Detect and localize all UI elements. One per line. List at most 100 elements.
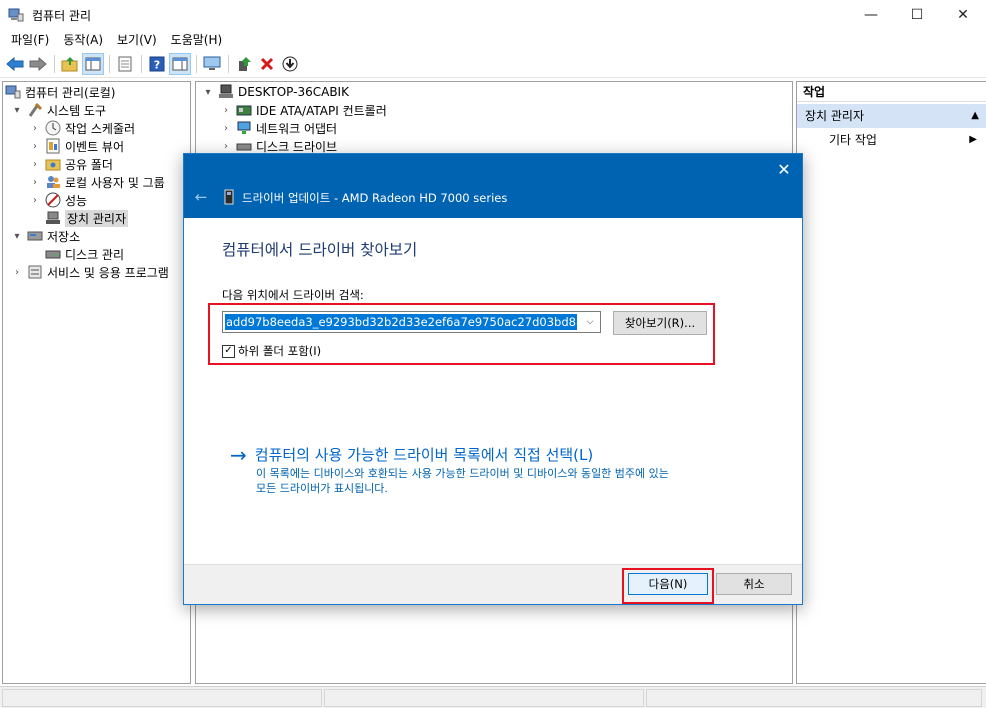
toolbar: ? <box>0 51 986 78</box>
tree-label: 작업 스케줄러 <box>65 121 136 136</box>
submenu-arrow-icon: ▶ <box>969 134 977 145</box>
computer-management-icon <box>5 85 21 99</box>
checkbox-check-icon[interactable]: ✓ <box>222 344 235 358</box>
update-driver-dialog: ✕ ← 드라이버 업데이트 - AMD Radeon HD 7000 serie… <box>183 153 803 605</box>
ide-controller-icon <box>236 105 252 116</box>
dialog-heading: 컴퓨터에서 드라이버 찾아보기 <box>222 241 418 259</box>
toolbar-separator <box>109 55 110 73</box>
forward-icon <box>29 57 47 71</box>
description-line: 모든 드라이버가 표시됩니다. <box>256 482 388 495</box>
tree-item-event-viewer[interactable]: › 이벤트 뷰어 <box>29 137 124 155</box>
expand-icon[interactable]: › <box>29 122 41 134</box>
computer-management-icon <box>8 8 24 22</box>
chevron-down-icon[interactable]: ⌵ <box>582 314 598 330</box>
expand-icon[interactable]: › <box>29 140 41 152</box>
menu-file[interactable]: 파일(F) <box>4 30 56 50</box>
tree-label: 장치 관리자 <box>65 209 129 227</box>
computer-icon <box>219 84 233 98</box>
tree-item-system-tools[interactable]: ▾ 시스템 도구 <box>11 101 106 119</box>
properties-icon <box>118 56 132 72</box>
tree-item-services-applications[interactable]: › 서비스 및 응용 프로그램 <box>11 263 169 281</box>
menu-help[interactable]: 도움말(H) <box>164 30 230 50</box>
next-button[interactable]: 다음(N) <box>628 573 708 595</box>
up-folder-icon <box>61 57 78 72</box>
help-button[interactable]: ? <box>146 53 168 75</box>
show-hide-tree-button[interactable] <box>82 53 104 75</box>
storage-icon <box>27 231 43 241</box>
tree-item-device-manager[interactable]: 장치 관리자 <box>45 209 129 227</box>
monitor-button[interactable] <box>201 53 223 75</box>
expand-icon[interactable]: › <box>11 266 23 278</box>
download-icon <box>282 56 298 72</box>
minimize-button[interactable]: — <box>848 0 894 30</box>
uninstall-button[interactable] <box>256 53 278 75</box>
driver-path-value[interactable]: add97b8eeda3_e9293bd32b2d33e2ef6a7e9750a… <box>225 314 577 330</box>
collapse-icon[interactable]: ▾ <box>202 86 214 98</box>
pick-driver-link[interactable]: → 컴퓨터의 사용 가능한 드라이버 목록에서 직접 선택(L) <box>230 444 593 465</box>
tree-item-storage[interactable]: ▾ 저장소 <box>11 227 80 245</box>
users-icon <box>47 176 60 188</box>
tree-label: 시스템 도구 <box>47 103 107 118</box>
tree-label: 이벤트 뷰어 <box>65 139 125 154</box>
expand-icon[interactable]: › <box>220 122 232 134</box>
tree-item-disk-management[interactable]: 디스크 관리 <box>45 245 124 263</box>
download-button[interactable] <box>279 53 301 75</box>
close-window-button[interactable]: ✕ <box>940 0 986 30</box>
tree-item-shared-folders[interactable]: › 공유 폴더 <box>29 155 113 173</box>
tree-label: 공유 폴더 <box>65 157 113 172</box>
dialog-back-button[interactable]: ← <box>192 188 210 206</box>
tree-item-network-adapters[interactable]: › 네트워크 어댑터 <box>220 119 337 137</box>
menu-view[interactable]: 보기(V) <box>110 30 164 50</box>
action-more-actions[interactable]: 기타 작업 ▶ <box>797 130 986 150</box>
properties-button[interactable] <box>114 53 136 75</box>
back-button[interactable] <box>4 53 26 75</box>
browse-button[interactable]: 찾아보기(R)... <box>613 311 707 335</box>
tree-item-performance[interactable]: › 성능 <box>29 191 87 209</box>
pick-driver-link-text[interactable]: 컴퓨터의 사용 가능한 드라이버 목록에서 직접 선택(L) <box>255 444 593 465</box>
disk-drive-icon <box>236 143 252 151</box>
shared-folder-icon <box>45 159 61 171</box>
collapse-up-icon[interactable]: ▲ <box>971 104 979 128</box>
actions-header: 작업 <box>797 82 986 102</box>
actions-section-device-manager[interactable]: 장치 관리자 ▲ <box>797 104 986 128</box>
tree-label: 성능 <box>65 193 88 208</box>
include-subfolders-checkbox[interactable]: ✓ 하위 폴더 포함(I) <box>222 343 321 359</box>
tree-label: 컴퓨터 관리(로컬) <box>25 85 116 100</box>
expand-icon[interactable]: › <box>220 140 232 152</box>
pick-driver-description: 이 목록에는 디바이스와 호환되는 사용 가능한 드라이버 및 디바이스와 동일… <box>256 466 756 496</box>
expand-icon[interactable]: › <box>29 158 41 170</box>
dialog-close-button[interactable]: ✕ <box>774 159 794 179</box>
status-cell <box>646 689 982 707</box>
toolbar-separator <box>196 55 197 73</box>
search-location-label: 다음 위치에서 드라이버 검색: <box>222 288 364 302</box>
tree-item-computer-management[interactable]: 컴퓨터 관리(로컬) <box>5 83 115 101</box>
arrow-right-icon: → <box>230 442 247 467</box>
window-titlebar: 컴퓨터 관리 — ☐ ✕ <box>0 0 986 30</box>
tree-label: 네트워크 어댑터 <box>256 121 338 136</box>
tree-label: 디스크 드라이브 <box>256 139 338 154</box>
cancel-button[interactable]: 취소 <box>716 573 792 595</box>
monitor-icon <box>203 56 221 70</box>
update-driver-icon <box>239 57 251 71</box>
forward-button[interactable] <box>27 53 49 75</box>
collapse-icon[interactable]: ▾ <box>11 230 23 242</box>
tree-label: IDE ATA/ATAPI 컨트롤러 <box>256 103 387 118</box>
maximize-button[interactable]: ☐ <box>894 0 940 30</box>
tree-item-task-scheduler[interactable]: › 작업 스케줄러 <box>29 119 135 137</box>
tree-item-computer-node[interactable]: ▾ DESKTOP-36CABIK <box>202 83 349 101</box>
actions-pane: 작업 장치 관리자 ▲ 기타 작업 ▶ <box>796 81 986 684</box>
update-driver-button[interactable] <box>233 53 255 75</box>
up-folder-button[interactable] <box>59 53 81 75</box>
driver-path-combobox[interactable]: add97b8eeda3_e9293bd32b2d33e2ef6a7e9750a… <box>222 311 601 333</box>
expand-icon[interactable]: › <box>29 194 41 206</box>
tree-item-local-users[interactable]: › 로컬 사용자 및 그룹 <box>29 173 165 191</box>
expand-icon[interactable]: › <box>220 104 232 116</box>
action-pane-button[interactable] <box>169 53 191 75</box>
collapse-icon[interactable]: ▾ <box>11 104 23 116</box>
toolbar-separator <box>54 55 55 73</box>
tree-item-ide-controllers[interactable]: › IDE ATA/ATAPI 컨트롤러 <box>220 101 387 119</box>
expand-icon[interactable]: › <box>29 176 41 188</box>
event-viewer-icon <box>46 138 60 154</box>
menu-action[interactable]: 동작(A) <box>56 30 110 50</box>
status-cell <box>2 689 322 707</box>
